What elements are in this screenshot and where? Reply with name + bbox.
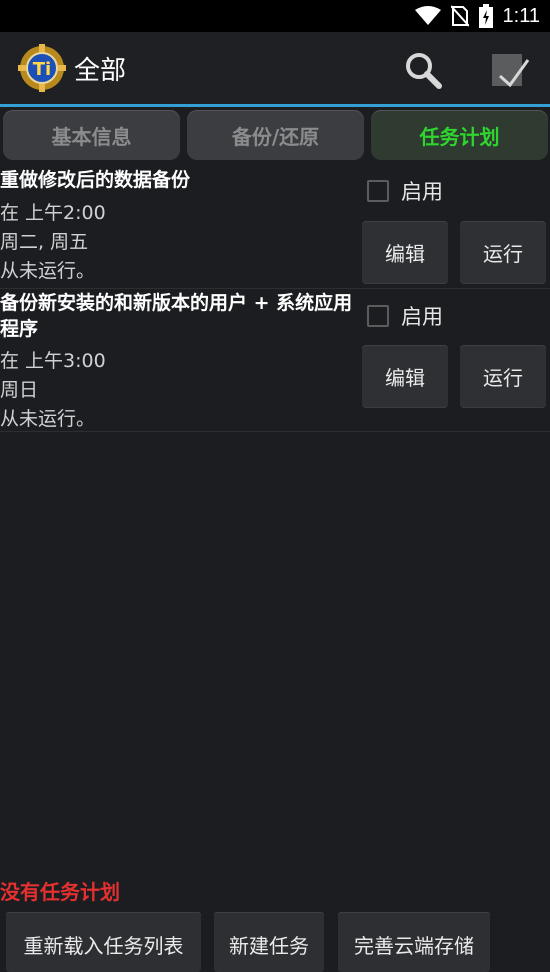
select-all-icon[interactable] [490,50,530,90]
task-title: 重做修改后的数据备份 [0,169,191,191]
reload-tasks-button[interactable]: 重新载入任务列表 [6,912,201,972]
task-item: 重做修改后的数据备份 在 上午2:00 周二, 周五 从未运行。 启用 编辑 运… [0,164,550,289]
new-task-label: 新建任务 [229,934,309,958]
reload-tasks-label: 重新载入任务列表 [23,934,184,958]
task-days: 周日 [0,379,39,401]
edit-button[interactable]: 编辑 [362,345,448,407]
run-button-label: 运行 [483,365,523,390]
tab-basic-info[interactable]: 基本信息 [3,110,180,160]
enable-toggle[interactable]: 启用 [367,301,443,331]
page-title: 全部 [74,55,127,85]
search-icon[interactable] [403,50,443,90]
enable-checkbox[interactable] [367,180,389,202]
status-icons: 1:11 [414,0,540,32]
enable-checkbox[interactable] [367,305,389,327]
app-logo-icon[interactable]: Ti [18,44,66,92]
task-time: 在 上午3:00 [0,350,106,372]
cloud-storage-label: 完善云端存储 [354,934,474,958]
wifi-icon [414,6,441,25]
run-button-label: 运行 [483,241,523,266]
tab-schedules[interactable]: 任务计划 [371,110,548,160]
no-sim-icon [450,5,469,27]
run-button[interactable]: 运行 [460,345,546,407]
battery-charging-icon [478,4,493,28]
tab-backup-restore[interactable]: 备份/还原 [187,110,364,160]
enable-label: 启用 [401,180,443,204]
task-time: 在 上午2:00 [0,202,106,224]
enable-toggle[interactable]: 启用 [367,176,443,206]
clock: 1:11 [502,4,540,27]
no-tasks-warning: 没有任务计划 [0,880,120,904]
svg-text:Ti: Ti [33,59,51,80]
run-button[interactable]: 运行 [460,221,546,283]
task-days: 周二, 周五 [0,231,89,253]
tab-label: 任务计划 [419,124,500,149]
cloud-storage-button[interactable]: 完善云端存储 [338,912,490,972]
tab-bar: 基本信息 备份/还原 任务计划 [0,108,550,164]
enable-label: 启用 [401,305,443,329]
action-bar: Ti 全部 [0,32,550,107]
task-status: 从未运行。 [0,408,96,430]
tab-label: 基本信息 [51,124,132,149]
status-bar: 1:11 [0,0,550,32]
edit-button-label: 编辑 [385,241,425,266]
task-status: 从未运行。 [0,260,96,282]
task-title: 备份新安装的和新版本的用户 + 系统应用程序 [0,292,353,340]
edit-button[interactable]: 编辑 [362,221,448,283]
edit-button-label: 编辑 [385,365,425,390]
task-item: 备份新安装的和新版本的用户 + 系统应用程序 在 上午3:00 周日 从未运行。… [0,289,550,432]
new-task-button[interactable]: 新建任务 [214,912,324,972]
tab-label: 备份/还原 [231,124,320,149]
